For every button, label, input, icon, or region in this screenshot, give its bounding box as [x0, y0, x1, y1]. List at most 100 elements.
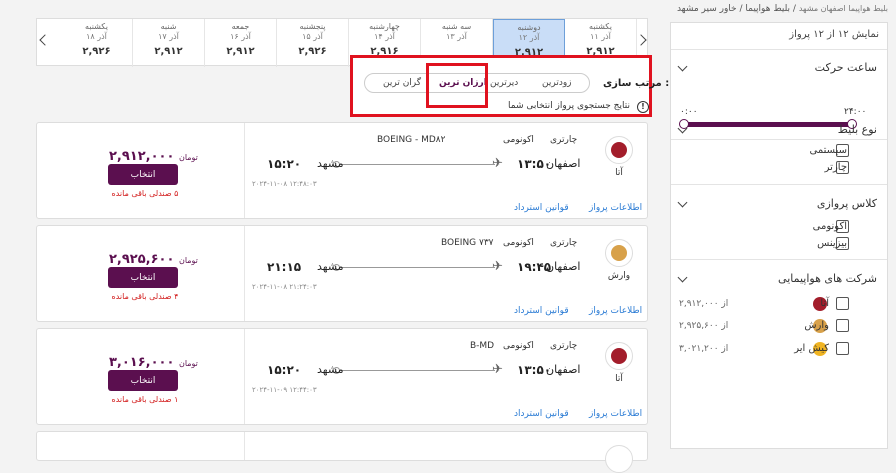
- breadcrumb-current[interactable]: بلیط هواپیما اصفهان مشهد: [799, 4, 888, 13]
- select-flight-button[interactable]: انتخاب: [108, 370, 178, 391]
- time-to-label: ۲۴:۰۰: [844, 107, 867, 117]
- date-price: ۲,۹۲۶: [82, 46, 111, 57]
- flight-card: ۳,۰۱۶,۰۰۰ تومان انتخاب ۱ صندلی باقی ماند…: [36, 328, 648, 425]
- airline-min-price: از ۲,۹۱۲,۰۰۰: [679, 299, 729, 309]
- option-economy-label: اکونومی: [812, 220, 847, 232]
- flight-info-link[interactable]: اطلاعات پرواز: [589, 203, 642, 213]
- airline-name: وارش: [607, 271, 631, 281]
- chevron-down-icon[interactable]: [677, 61, 688, 72]
- departure-time: ۱۹:۴۵: [517, 260, 552, 274]
- flight-class: اکونومی: [503, 238, 534, 248]
- divider: [671, 49, 887, 50]
- seats-remaining: ۵ صندلی باقی مانده: [111, 189, 179, 198]
- aircraft: BOEING - MD۸۲: [377, 135, 446, 145]
- class-title: کلاس پروازی: [816, 197, 877, 210]
- info-icon: !: [637, 101, 649, 113]
- date-cell[interactable]: جمعه ۱۶ آذر ۲,۹۱۲: [205, 19, 277, 67]
- aircraft: BOEING ۷۳۷: [441, 238, 494, 248]
- flight-price: ۲,۹۲۵,۶۰۰ تومان: [109, 252, 198, 267]
- airlines-title: شرکت های هواپیمایی: [778, 272, 877, 285]
- refund-rules-link[interactable]: قوانین استرداد: [514, 306, 569, 316]
- divider: [671, 184, 887, 185]
- sort-most-expensive[interactable]: گران ترین: [383, 78, 421, 88]
- flight-price: ۳,۰۱۶,۰۰۰ تومان: [109, 355, 198, 370]
- flight-price: ۲,۹۱۲,۰۰۰ تومان: [109, 149, 198, 164]
- results-note: نتایج جستجوی پرواز انتخابی شما: [508, 101, 630, 111]
- destination: مشهد: [317, 260, 344, 273]
- date-price: ۲,۹۱۲: [226, 46, 255, 57]
- breadcrumb-sep: /: [790, 4, 799, 14]
- airline-filter-ata[interactable]: آتا از ۲,۹۱۲,۰۰۰: [671, 297, 889, 313]
- date-cell[interactable]: پنجشنبه ۱۵ آذر ۲,۹۲۶: [277, 19, 349, 67]
- airline-name: وارش: [804, 320, 829, 331]
- option-charter-label: چارتر: [824, 161, 847, 173]
- airline-logo: [605, 445, 633, 473]
- filters-sidebar: نمایش ۱۲ از ۱۲ پرواز ساعت حرکت ۰:۰۰ ۲۴:۰…: [670, 22, 888, 449]
- flight-info-link[interactable]: اطلاعات پرواز: [589, 306, 642, 316]
- divider: [244, 329, 245, 424]
- divider: [244, 226, 245, 321]
- checkbox-varesh[interactable]: [836, 319, 849, 332]
- flight-class: اکونومی: [503, 135, 534, 145]
- breadcrumb-item[interactable]: خاور سیر مشهد: [677, 4, 737, 14]
- seats-remaining: ۴ صندلی باقی مانده: [111, 292, 179, 301]
- sort-label: مرتب سازی :: [603, 78, 670, 89]
- time-range-slider[interactable]: [683, 122, 855, 127]
- chevron-down-icon[interactable]: [677, 197, 688, 208]
- flight-type: چارتری: [550, 341, 578, 351]
- checkbox-kishair[interactable]: [836, 342, 849, 355]
- date-day: یکشنبه: [589, 22, 612, 31]
- date-cell[interactable]: یکشنبه ۱۸ آذر ۲,۹۲۶: [61, 19, 133, 67]
- route-line: [337, 267, 495, 268]
- airline-min-price: از ۲,۹۲۵,۶۰۰: [679, 321, 729, 331]
- airline-name: آتا: [820, 298, 829, 309]
- price-value: ۲,۹۲۵,۶۰۰: [109, 252, 175, 267]
- select-flight-button[interactable]: انتخاب: [108, 267, 178, 288]
- date-day: جمعه: [231, 22, 250, 31]
- flight-info-link[interactable]: اطلاعات پرواز: [589, 409, 642, 419]
- currency: تومان: [178, 256, 198, 265]
- date-day: یکشنبه: [85, 22, 108, 31]
- origin: اصفهان: [546, 260, 581, 273]
- date-price: ۲,۹۱۲: [154, 46, 183, 57]
- route-line: [337, 370, 495, 371]
- option-business-label: بیزینس: [817, 237, 847, 249]
- arrival-time: ۱۵:۲۰: [267, 157, 302, 171]
- option-system-label: سیستمی: [809, 144, 847, 156]
- divider: [244, 123, 245, 218]
- price-value: ۲,۹۱۲,۰۰۰: [109, 149, 175, 164]
- aircraft: B-MD: [470, 341, 495, 351]
- refund-rules-link[interactable]: قوانین استرداد: [514, 203, 569, 213]
- sort-earliest[interactable]: زودترین: [542, 78, 572, 88]
- currency: تومان: [178, 153, 198, 162]
- breadcrumb-item[interactable]: بلیط هواپیما: [745, 4, 790, 14]
- refund-rules-link[interactable]: قوانین استرداد: [514, 409, 569, 419]
- date-date: ۱۷ آذر: [158, 32, 179, 41]
- date-day: سه شنبه: [441, 22, 472, 31]
- ata-logo-icon: [611, 348, 627, 364]
- date-date: ۱۲ آذر: [518, 33, 540, 42]
- date-day: پنجشنبه: [299, 22, 326, 31]
- select-flight-button[interactable]: انتخاب: [108, 164, 178, 185]
- origin: اصفهان: [546, 157, 581, 170]
- airline-logo: [605, 136, 633, 164]
- date-date: ۱۳ آذر: [446, 32, 467, 41]
- date-cell[interactable]: شنبه ۱۷ آذر ۲,۹۱۲: [133, 19, 205, 67]
- airline-filter-kishair[interactable]: کیش ایر از ۳,۰۲۱,۲۰۰: [671, 342, 889, 358]
- seats-remaining: ۱ صندلی باقی مانده: [111, 395, 179, 404]
- flight-class: اکونومی: [503, 341, 534, 351]
- arrival-time: ۱۵:۲۰: [267, 363, 302, 377]
- flight-date: ۲۰۲۴-۱۱-۰۹ ۱۲:۴۴:۰۳: [252, 386, 317, 394]
- sort-latest[interactable]: دیرترین: [490, 78, 518, 88]
- flight-type: چارتری: [550, 238, 578, 248]
- checkbox-ata[interactable]: [836, 297, 849, 310]
- divider: [671, 259, 887, 260]
- origin: اصفهان: [546, 363, 581, 376]
- chevron-down-icon[interactable]: [677, 272, 688, 283]
- date-day: دوشنبه: [517, 23, 541, 32]
- airline-name: آتا: [615, 374, 623, 384]
- ata-logo-icon: [611, 142, 627, 158]
- departure-time: ۱۳:۵۰: [517, 363, 552, 377]
- divider: [671, 139, 887, 140]
- airline-filter-varesh[interactable]: وارش از ۲,۹۲۵,۶۰۰: [671, 319, 889, 335]
